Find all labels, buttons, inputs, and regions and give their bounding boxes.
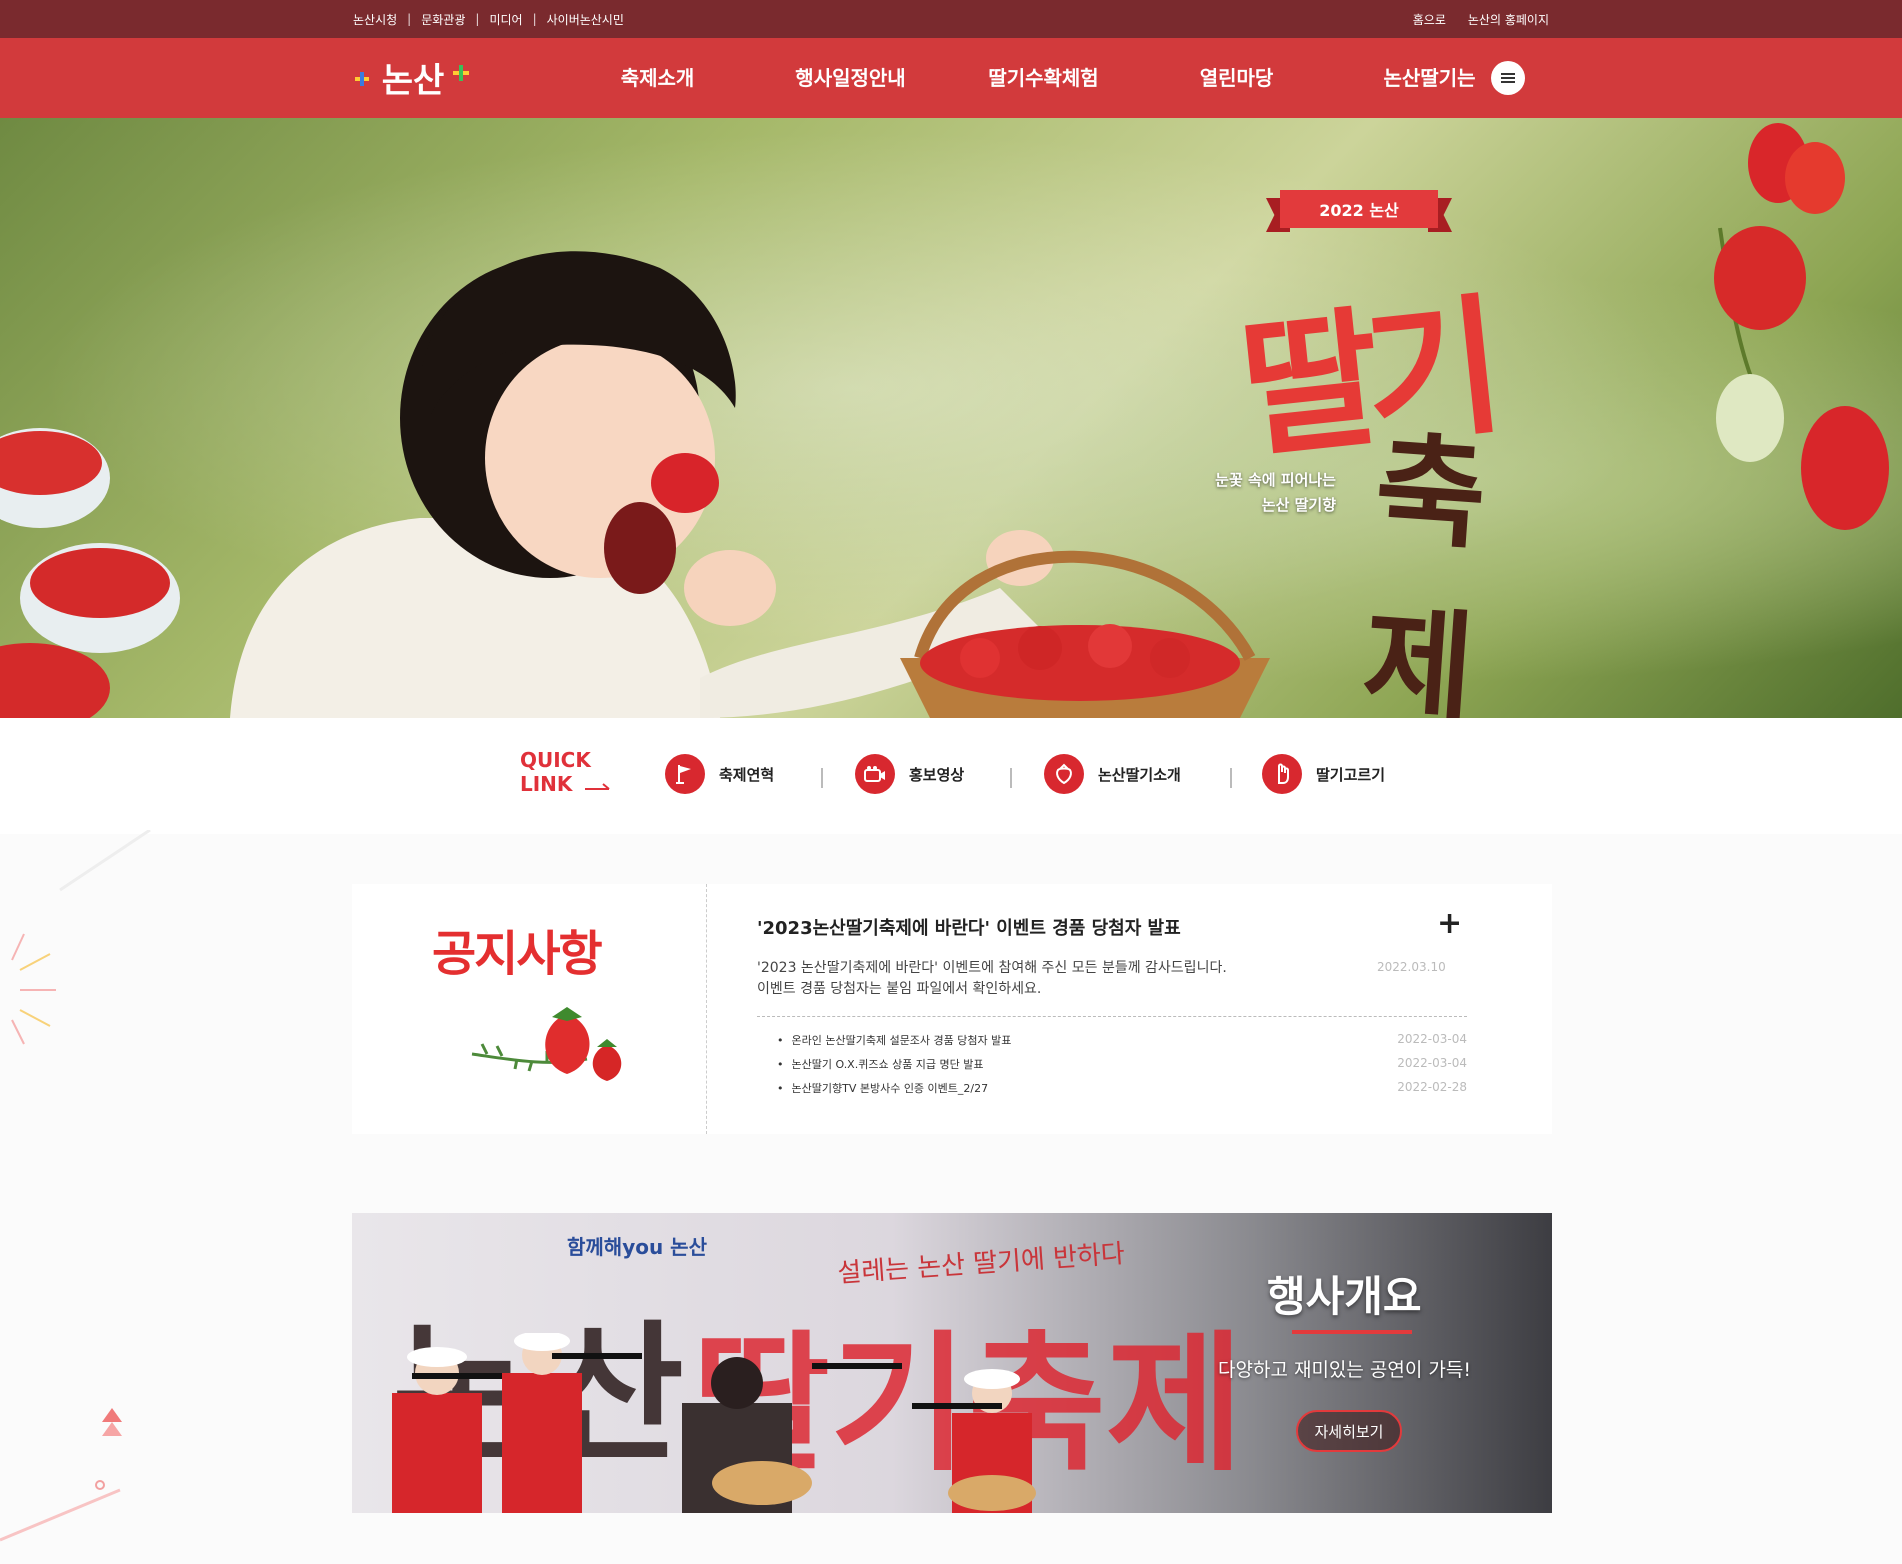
title-underline (1292, 1330, 1412, 1334)
banner-headline: 설레는 논산 딸기에 반하다 (836, 1238, 1126, 1289)
all-menu-button[interactable] (1491, 61, 1525, 95)
notice-board: 공지사항 '2023논산딸기축제에 바란다' 이벤트 경품 당첨자 발표 + '… (352, 884, 1552, 1134)
event-title: 행사개요 (1267, 1272, 1422, 1321)
video-icon (855, 754, 895, 794)
list-item-title: 논산딸기향TV 본방사수 인증 이벤트_2/27 (791, 1082, 989, 1095)
ribbon-label: 2022 논산 (1280, 190, 1438, 228)
notice-content: '2023논산딸기축제에 바란다' 이벤트 경품 당첨자 발표 + '2023 … (757, 884, 1477, 1134)
bullet-icon: • (777, 1082, 784, 1095)
site-logo[interactable]: 논산 (353, 56, 473, 102)
link-nonsan-homepage[interactable]: 논산의 홍페이지 (1468, 11, 1549, 28)
list-item-date: 2022-03-04 (1397, 1032, 1467, 1046)
hero-subtitle: 눈꽃 속에 피어나는 논산 딸기향 (1196, 468, 1336, 518)
nav-item-festival-intro[interactable]: 축제소개 (561, 38, 754, 118)
quick-link-strawberry-intro-label: 논산딸기소개 (1098, 765, 1181, 784)
notice-section: 공지사항 '2023논산딸기축제에 바란다' 이벤트 경품 당첨자 발표 + '… (0, 834, 1902, 1134)
flag-icon (665, 754, 705, 794)
notice-divider (757, 1016, 1467, 1017)
hand-icon (1262, 754, 1302, 794)
notice-heading-area: 공지사항 (352, 884, 707, 1134)
quick-link-history-label: 축제연혁 (719, 765, 775, 784)
gnb-menu: 축제소개 행사일정안내 딸기수확체험 열린마당 논산딸기는 (561, 38, 1526, 118)
quick-label-line2-text: LINK (520, 772, 573, 796)
family-site-links: 논산시청 | 문화관광 | 미디어 | 사이버논산시민 (353, 11, 624, 28)
more-button[interactable]: + (1437, 906, 1462, 941)
list-item-title-wrap: • 논산딸기향TV 본방사수 인증 이벤트_2/27 (777, 1080, 988, 1104)
strawberry-icon (1044, 754, 1084, 794)
link-city-hall[interactable]: 논산시청 (353, 11, 397, 28)
list-item-date: 2022-02-28 (1397, 1080, 1467, 1094)
hamburger-icon (1501, 73, 1515, 83)
hero-title: 딸기 축제 (1233, 258, 1570, 718)
event-description: 다양하고 재미있는 공연이 가득! (1218, 1359, 1471, 1381)
quick-separator (821, 768, 823, 788)
quick-separator (1010, 768, 1012, 788)
quick-link-strawberry-picking-label: 딸기고르기 (1316, 765, 1386, 784)
nav-item-schedule[interactable]: 행사일정안내 (754, 38, 947, 118)
list-item-title: 온라인 논산딸기축제 설문조사 경품 당첨자 발표 (791, 1034, 1012, 1047)
list-item[interactable]: • 온라인 논산딸기축제 설문조사 경품 당첨자 발표 2022-03-04 (777, 1032, 1467, 1056)
top-utility-bar: 논산시청 | 문화관광 | 미디어 | 사이버논산시민 홈으로 논산의 홍페이지 (0, 0, 1902, 38)
year-ribbon-badge: 2022 논산 (1266, 190, 1452, 232)
hero-illustration (0, 123, 1889, 718)
quick-link-promo-video-label: 홍보영상 (909, 765, 965, 784)
list-item-date: 2022-03-04 (1397, 1056, 1467, 1070)
hero-subtitle-line2: 논산 딸기향 (1261, 496, 1336, 514)
quick-link-strawberry-picking[interactable]: 딸기고르기 (1262, 754, 1385, 794)
bullet-icon: • (777, 1058, 784, 1071)
featured-notice-date: 2022.03.10 (1377, 960, 1446, 974)
featured-desc-line2: 이벤트 경품 당첨자는 붙임 파일에서 확인하세요. (757, 981, 1042, 997)
quick-link-history[interactable]: 축제연혁 (665, 754, 774, 794)
notice-title: 공지사항 (432, 926, 603, 982)
banner-slogan: 함께해you 논산 (567, 1235, 707, 1259)
quick-link-strawberry-intro[interactable]: 논산딸기소개 (1044, 754, 1181, 794)
list-item[interactable]: • 논산딸기 O.X.퀴즈쇼 상품 지급 명단 발표 2022-03-04 (777, 1056, 1467, 1080)
view-details-button[interactable]: 자세히보기 (1296, 1410, 1402, 1452)
bullet-icon: • (777, 1034, 784, 1047)
link-culture-tour[interactable]: 문화관광 (421, 11, 465, 28)
separator: | (475, 12, 480, 26)
notice-list: • 온라인 논산딸기축제 설문조사 경품 당첨자 발표 2022-03-04 • 논… (777, 1032, 1467, 1104)
nav-item-harvest-experience[interactable]: 딸기수확체험 (947, 38, 1140, 118)
hero-visual: 2022 논산 딸기 축제 눈꽃 속에 피어나는 논산 딸기향 (0, 118, 1902, 718)
list-item-title-wrap: • 논산딸기 O.X.퀴즈쇼 상품 지급 명단 발표 (777, 1056, 984, 1080)
performers-illustration (392, 1333, 1036, 1513)
list-item-title-wrap: • 온라인 논산딸기축제 설문조사 경품 당첨자 발표 (777, 1032, 1011, 1056)
separator: | (407, 12, 412, 26)
quick-link-label: QUICK LINK (520, 748, 611, 796)
separator: | (532, 12, 537, 26)
quick-label-line2: LINK (520, 772, 611, 796)
featured-desc-line1: '2023 논산딸기축제에 바란다' 이벤트에 참여해 주신 모든 분들께 감사… (757, 960, 1227, 976)
list-item[interactable]: • 논산딸기향TV 본방사수 인증 이벤트_2/27 2022-02-28 (777, 1080, 1467, 1104)
featured-notice-title[interactable]: '2023논산딸기축제에 바란다' 이벤트 경품 당첨자 발표 (757, 914, 1181, 940)
quick-link-bar: QUICK LINK 축제연혁 홍보영상 논산딸기소개 딸기고르기 (0, 718, 1902, 834)
hero-subtitle-line1: 눈꽃 속에 피어나는 (1215, 471, 1336, 489)
main-navigation: 논산 축제소개 행사일정안내 딸기수확체험 열린마당 논산딸기는 (0, 38, 1902, 118)
util-right-links: 홈으로 논산의 홍페이지 (1391, 11, 1549, 28)
svg-text:논산: 논산 (382, 61, 445, 101)
link-home[interactable]: 홈으로 (1413, 11, 1446, 28)
link-media[interactable]: 미디어 (489, 11, 522, 28)
nav-item-open-forum[interactable]: 열린마당 (1140, 38, 1333, 118)
quick-label-line1: QUICK (520, 748, 591, 772)
arrow-right-icon (585, 783, 611, 790)
quick-link-promo-video[interactable]: 홍보영상 (855, 754, 964, 794)
nonsan-logo-icon: 논산 (355, 61, 469, 101)
event-overview-banner: 논산 딸기축제 함께해you 논산 설레는 논산 딸기에 반하다 행사개요 다양… (352, 1213, 1552, 1513)
list-item-title: 논산딸기 O.X.퀴즈쇼 상품 지급 명단 발표 (791, 1058, 984, 1071)
link-cyber-citizen[interactable]: 사이버논산시민 (547, 11, 624, 28)
hero-title-line2: 축제 (1358, 418, 1481, 718)
quick-separator (1230, 768, 1232, 788)
featured-notice-desc: '2023 논산딸기축제에 바란다' 이벤트에 참여해 주신 모든 분들께 감사… (757, 958, 1317, 1000)
strawberry-icon (471, 1007, 622, 1081)
